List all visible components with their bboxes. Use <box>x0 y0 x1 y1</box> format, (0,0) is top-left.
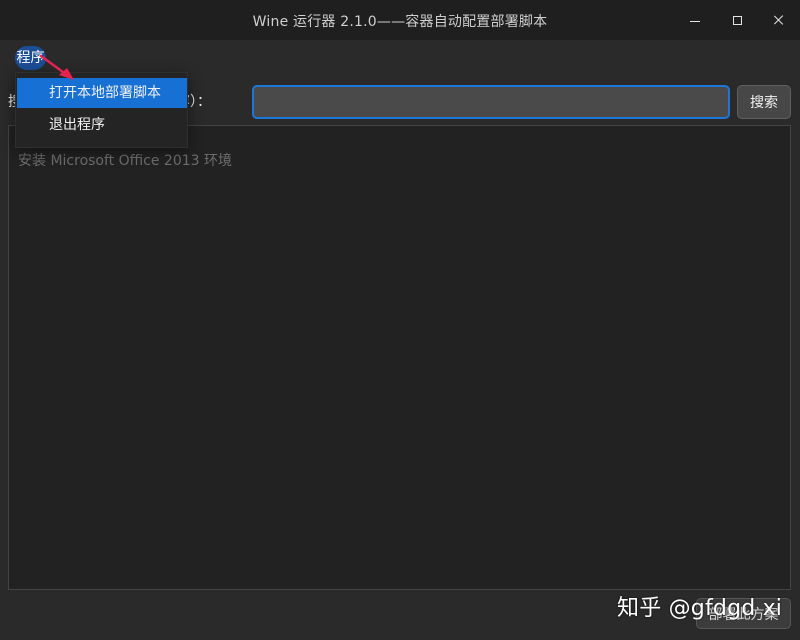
deployment-script-list[interactable]: 安装 Microsoft Office 2013 环境 <box>8 125 791 590</box>
menu-item-exit-program[interactable]: 退出程序 <box>17 110 187 140</box>
pointer-arrow-icon <box>39 54 74 80</box>
search-button[interactable]: 搜索 <box>737 85 791 119</box>
program-dropdown-menu: 打开本地部署脚本 退出程序 <box>15 72 188 148</box>
search-input[interactable] <box>252 85 730 119</box>
menu-bar: 程序 <box>0 40 800 74</box>
maximize-icon <box>732 15 742 25</box>
close-icon <box>773 14 785 26</box>
list-item[interactable]: 安装 Microsoft Office 2013 环境 <box>18 150 232 170</box>
wine-runner-window: Wine 运行器 2.1.0——容器自动配置部署脚本 程序 打开本地部署脚本 退… <box>0 0 800 640</box>
window-title: Wine 运行器 2.1.0——容器自动配置部署脚本 <box>252 14 548 30</box>
maximize-button[interactable] <box>725 8 749 32</box>
title-bar[interactable]: Wine 运行器 2.1.0——容器自动配置部署脚本 <box>0 0 800 41</box>
close-button[interactable] <box>767 8 791 32</box>
minimize-button[interactable] <box>683 8 707 32</box>
deploy-solution-button[interactable]: 部署此方案 <box>696 598 791 629</box>
minimize-icon <box>690 21 700 22</box>
